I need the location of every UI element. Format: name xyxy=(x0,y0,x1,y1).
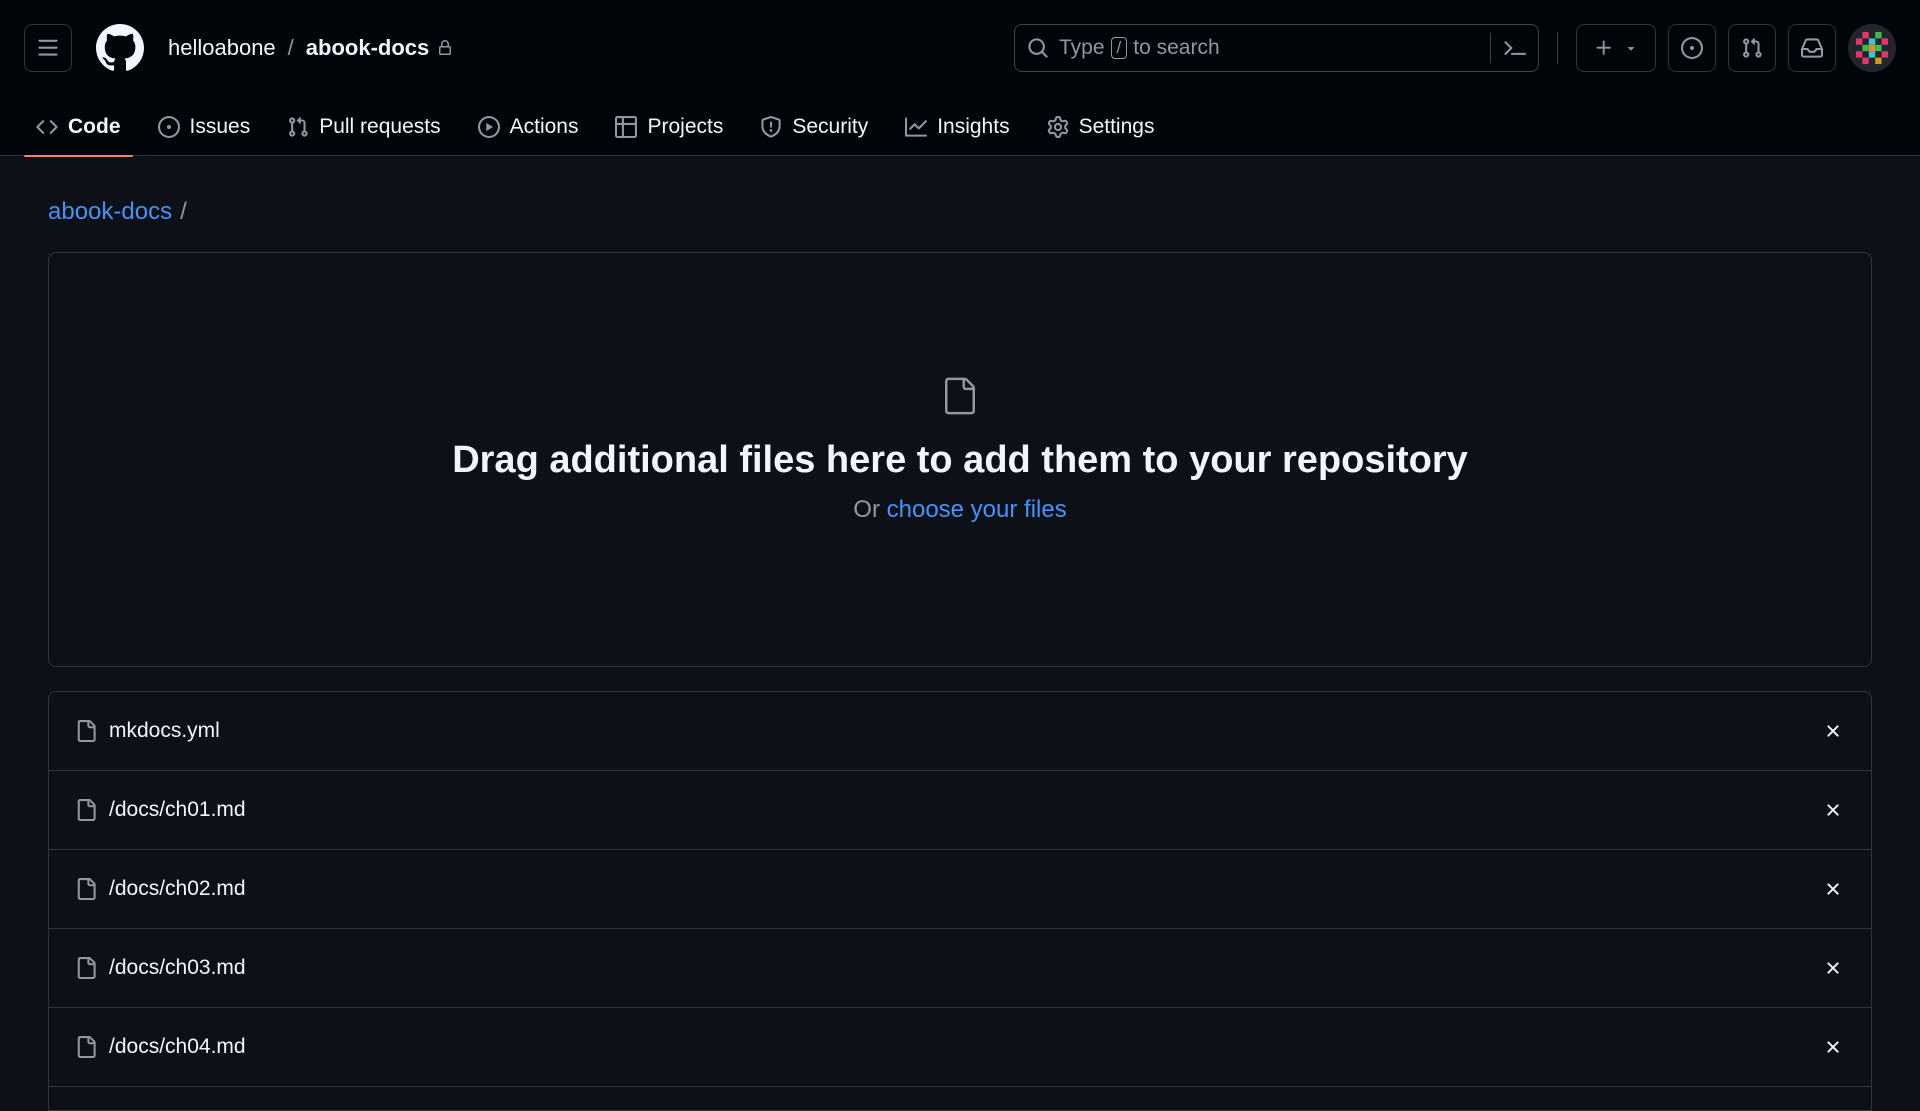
header-divider xyxy=(1557,32,1558,64)
list-item: /docs/ch01.md xyxy=(49,771,1871,850)
repo-link[interactable]: abook-docs xyxy=(306,35,429,61)
file-name: /docs/ch01.md xyxy=(109,798,246,821)
or-text: Or xyxy=(853,496,880,523)
search-placeholder-prefix: Type xyxy=(1059,36,1105,59)
search-icon xyxy=(1027,37,1049,59)
tab-code[interactable]: Code xyxy=(24,97,133,157)
tab-label: Projects xyxy=(647,114,724,138)
close-icon xyxy=(1827,962,1839,974)
inbox-button[interactable] xyxy=(1788,24,1836,72)
search-input[interactable]: Type / to search xyxy=(1014,24,1539,72)
list-item: /docs/ch03.md xyxy=(49,929,1871,1008)
header-top-row: helloabone / abook-docs Type / to search xyxy=(0,0,1920,97)
git-pull-request-icon xyxy=(287,116,309,138)
repo-context: helloabone / abook-docs xyxy=(168,28,453,68)
file-icon xyxy=(75,719,97,743)
avatar[interactable] xyxy=(1848,24,1896,72)
menu-button[interactable] xyxy=(24,24,72,72)
file-icon xyxy=(75,877,97,901)
repo-tabs: Code Issues Pull requests Actions Projec… xyxy=(24,97,1179,157)
file-name: /docs/ch03.md xyxy=(109,956,246,979)
choose-files-link[interactable]: choose your files xyxy=(887,496,1067,523)
hamburger-icon xyxy=(38,39,58,56)
tab-issues[interactable]: Issues xyxy=(146,97,263,156)
file-icon xyxy=(75,1035,97,1059)
tab-pull-requests[interactable]: Pull requests xyxy=(275,97,452,156)
breadcrumb: abook-docs / xyxy=(48,198,187,226)
list-item: /docs/ch04.md xyxy=(49,1008,1871,1087)
close-icon xyxy=(1827,1041,1839,1053)
close-icon xyxy=(1827,883,1839,895)
triangle-down-icon xyxy=(1627,47,1635,51)
tab-label: Insights xyxy=(937,114,1010,138)
breadcrumb-repo-link[interactable]: abook-docs xyxy=(48,198,172,226)
inbox-icon xyxy=(1801,38,1823,58)
issue-opened-icon xyxy=(1681,37,1703,59)
git-pull-request-icon xyxy=(1743,37,1762,58)
command-palette-button[interactable] xyxy=(1490,33,1538,63)
tab-security[interactable]: Security xyxy=(748,97,880,156)
play-icon xyxy=(477,115,500,138)
tab-label: Code xyxy=(68,114,121,138)
owner-link[interactable]: helloabone xyxy=(168,35,276,61)
file-name: /docs/ch02.md xyxy=(109,877,246,900)
tab-actions[interactable]: Actions xyxy=(466,97,591,156)
remove-file-button[interactable] xyxy=(1819,875,1847,903)
close-icon xyxy=(1827,725,1839,737)
tab-insights[interactable]: Insights xyxy=(893,97,1021,156)
gear-icon xyxy=(1047,115,1069,138)
context-separator: / xyxy=(287,35,294,60)
list-item: mkdocs.yml xyxy=(49,692,1871,771)
file-name: mkdocs.yml xyxy=(109,719,220,742)
tab-label: Actions xyxy=(509,114,579,138)
pull-requests-button[interactable] xyxy=(1728,24,1776,72)
plus-icon xyxy=(1596,40,1611,55)
file-name: /docs/ch04.md xyxy=(109,1035,246,1058)
shield-icon xyxy=(760,115,782,138)
tab-settings[interactable]: Settings xyxy=(1035,97,1167,156)
create-new-button[interactable] xyxy=(1576,24,1656,72)
graph-icon xyxy=(905,116,928,138)
search-placeholder: Type / to search xyxy=(1059,36,1220,60)
tab-label: Settings xyxy=(1078,114,1155,138)
file-drop-zone[interactable]: Drag additional files here to add them t… xyxy=(48,252,1872,667)
close-icon xyxy=(1827,804,1839,816)
github-logo-icon[interactable] xyxy=(96,24,144,72)
search-shortcut-key: / xyxy=(1110,37,1128,59)
issue-opened-icon xyxy=(157,115,180,138)
drop-zone-subtitle: Or choose your files xyxy=(853,496,1066,524)
tab-projects[interactable]: Projects xyxy=(603,97,735,156)
tab-label: Pull requests xyxy=(319,114,441,138)
global-header: helloabone / abook-docs Type / to search xyxy=(0,0,1920,157)
breadcrumb-separator: / xyxy=(180,198,187,225)
drop-zone-title: Drag additional files here to add them t… xyxy=(452,439,1468,481)
list-item: /docs/ch02.md xyxy=(49,850,1871,929)
search-placeholder-suffix: to search xyxy=(1133,36,1220,59)
uploaded-file-list: mkdocs.yml /docs/ch01.md /docs/ch02.md /… xyxy=(48,691,1872,1111)
lock-icon xyxy=(437,39,453,57)
tab-label: Issues xyxy=(189,114,251,138)
table-icon xyxy=(615,115,638,138)
file-icon xyxy=(75,798,97,822)
terminal-icon xyxy=(1503,41,1526,55)
file-icon xyxy=(940,373,980,419)
file-icon xyxy=(75,956,97,980)
remove-file-button[interactable] xyxy=(1819,717,1847,745)
remove-file-button[interactable] xyxy=(1819,954,1847,982)
code-icon xyxy=(36,116,58,138)
remove-file-button[interactable] xyxy=(1819,796,1847,824)
tab-label: Security xyxy=(792,114,869,138)
remove-file-button[interactable] xyxy=(1819,1033,1847,1061)
issues-button[interactable] xyxy=(1668,24,1716,72)
